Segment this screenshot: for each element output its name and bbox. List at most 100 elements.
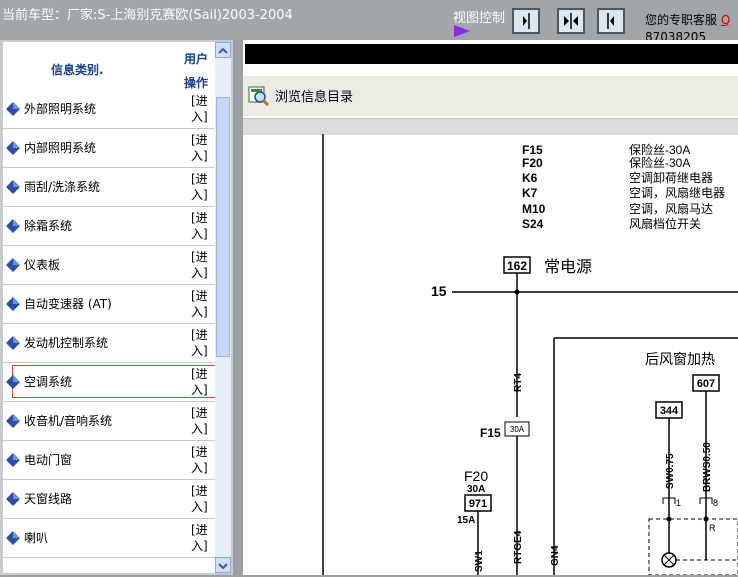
enter-link-line-2[interactable]: 入] [191,265,208,281]
list-item-label[interactable]: 雨刮/洗涤系统 [24,178,100,195]
enter-link[interactable]: [进 入] [191,522,208,554]
chevron-up-icon [218,47,228,54]
enter-link[interactable]: [进 入] [191,132,208,164]
top-bar: 当前车型：厂家:S-上海别克赛欧(Sail)2003-2004 视图控制 您的专… [0,0,738,44]
list-item[interactable]: 自动变速器 (AT) [进 入] [3,284,215,324]
rear-window-heating-label: 后风窗加热 [645,351,715,367]
enter-link[interactable]: [进 入] [191,171,208,203]
list-item[interactable]: 空调系统 [进 入] [3,362,215,402]
legend-desc-0: 保险丝-30A [629,142,690,157]
view-control-arrow-icon [454,25,470,37]
connector-971-label: 971 [469,498,487,510]
enter-link[interactable]: [进 入] [191,93,208,125]
wire-brws050-label: BRWS0.50 [702,442,713,492]
list-item[interactable]: 发动机控制系统 [进 入] [3,323,215,363]
enter-link-line-1[interactable]: [进 [191,366,208,382]
scroll-up-button[interactable] [215,42,231,58]
panel-right-icon [523,13,530,29]
panel-divider[interactable] [233,40,243,575]
enter-link[interactable]: [进 入] [191,210,208,242]
list-item[interactable]: 雨刮/洗涤系统 [进 入] [3,167,215,207]
enter-link[interactable]: [进 入] [191,288,208,320]
list-item-label[interactable]: 发动机控制系统 [24,334,108,351]
view-right-panel-button[interactable] [512,8,540,34]
scroll-down-button[interactable] [215,557,231,573]
list-item-label[interactable]: 自动变速器 (AT) [24,295,112,312]
list-item-label[interactable]: 天窗线路 [24,490,72,507]
diamond-bullet-icon [6,141,20,155]
view-split-button[interactable] [557,8,585,34]
list-item-label[interactable]: 除霜系统 [24,217,72,234]
vertical-scrollbar[interactable] [215,42,231,573]
enter-link-line-1[interactable]: [进 [191,522,208,538]
enter-link-line-2[interactable]: 入] [191,538,208,554]
fuse-f20-label: F20 [464,468,488,484]
diamond-bullet-icon [6,375,20,389]
list-item-label[interactable]: 仪表板 [24,256,60,273]
list-item[interactable]: 喇叭 [进 入] [3,518,215,558]
pin-r-label: R [709,523,716,533]
enter-link-line-2[interactable]: 入] [191,460,208,476]
enter-link[interactable]: [进 入] [191,327,208,359]
view-left-panel-button[interactable] [597,8,625,34]
enter-link[interactable]: [进 入] [191,405,208,437]
diamond-bullet-icon [6,336,20,350]
wire-gn4-label: GN4 [550,545,561,566]
legend-code-0: F15 [522,143,543,157]
enter-link-line-1[interactable]: [进 [191,288,208,304]
list-item[interactable]: 内部照明系统 [进 入] [3,128,215,168]
column-header-user-action: 用户 操作 [184,47,208,95]
enter-link-line-2[interactable]: 入] [191,343,208,359]
junction [703,516,709,522]
legend-desc-1: 保险丝-30A [629,155,690,170]
list-item-label[interactable]: 喇叭 [24,529,48,546]
enter-link[interactable]: [进 入] [191,444,208,476]
panel-split-icon [564,13,578,29]
enter-link-line-1[interactable]: [进 [191,405,208,421]
enter-link-line-2[interactable]: 入] [191,109,208,125]
enter-link-line-1[interactable]: [进 [191,132,208,148]
enter-link-line-2[interactable]: 入] [191,226,208,242]
enter-link-line-2[interactable]: 入] [191,421,208,437]
diamond-bullet-icon [6,453,20,467]
connector-162-label: 162 [507,259,527,273]
browse-toolbar: 浏览信息目录 [243,76,738,116]
enter-link-line-2[interactable]: 入] [191,304,208,320]
list-item-label[interactable]: 内部照明系统 [24,139,96,156]
content-panel: 浏览信息目录 F15 保险丝-30A F20 保险丝-30A K6 空调卸荷继电… [243,40,738,575]
list-item[interactable]: 仪表板 [进 入] [3,245,215,285]
wiring-diagram: F15 保险丝-30A F20 保险丝-30A K6 空调卸荷继电器 K7 空调… [322,134,738,575]
support-link[interactable]: Q [721,13,730,27]
junction [666,516,672,522]
enter-link-line-1[interactable]: [进 [191,171,208,187]
list-item-label[interactable]: 外部照明系统 [24,100,96,117]
list-item[interactable]: 外部照明系统 [进 入] [3,89,215,129]
list-item[interactable]: 天窗线路 [进 入] [3,479,215,519]
list-item-label[interactable]: 收音机/音响系统 [24,412,112,429]
list-item[interactable]: 除霜系统 [进 入] [3,206,215,246]
scroll-thumb[interactable] [216,97,230,357]
browse-catalog-label[interactable]: 浏览信息目录 [275,86,353,105]
view-control-label: 视图控制 [453,11,506,26]
list-item[interactable]: 电动门窗 [进 入] [3,440,215,480]
list-item-label[interactable]: 空调系统 [24,373,72,390]
enter-link-line-2[interactable]: 入] [191,148,208,164]
current-car-model: 当前车型：厂家:S-上海别克赛欧(Sail)2003-2004 [2,8,293,23]
enter-link-line-1[interactable]: [进 [191,327,208,343]
enter-link[interactable]: [进 入] [191,483,208,515]
enter-link-line-2[interactable]: 入] [191,187,208,203]
enter-link-line-2[interactable]: 入] [191,499,208,515]
fuse-f15-amp: 30A [510,425,525,434]
chevron-down-icon [218,563,228,570]
enter-link-line-1[interactable]: [进 [191,483,208,499]
list-item-label[interactable]: 电动门窗 [24,451,72,468]
enter-link-line-1[interactable]: [进 [191,249,208,265]
enter-link[interactable]: [进 入] [191,366,208,398]
enter-link-line-1[interactable]: [进 [191,93,208,109]
list-item[interactable]: 收音机/音响系统 [进 入] [3,401,215,441]
browse-catalog-icon[interactable] [248,84,270,106]
enter-link-line-1[interactable]: [进 [191,210,208,226]
enter-link-line-1[interactable]: [进 [191,444,208,460]
enter-link-line-2[interactable]: 入] [191,382,208,398]
enter-link[interactable]: [进 入] [191,249,208,281]
